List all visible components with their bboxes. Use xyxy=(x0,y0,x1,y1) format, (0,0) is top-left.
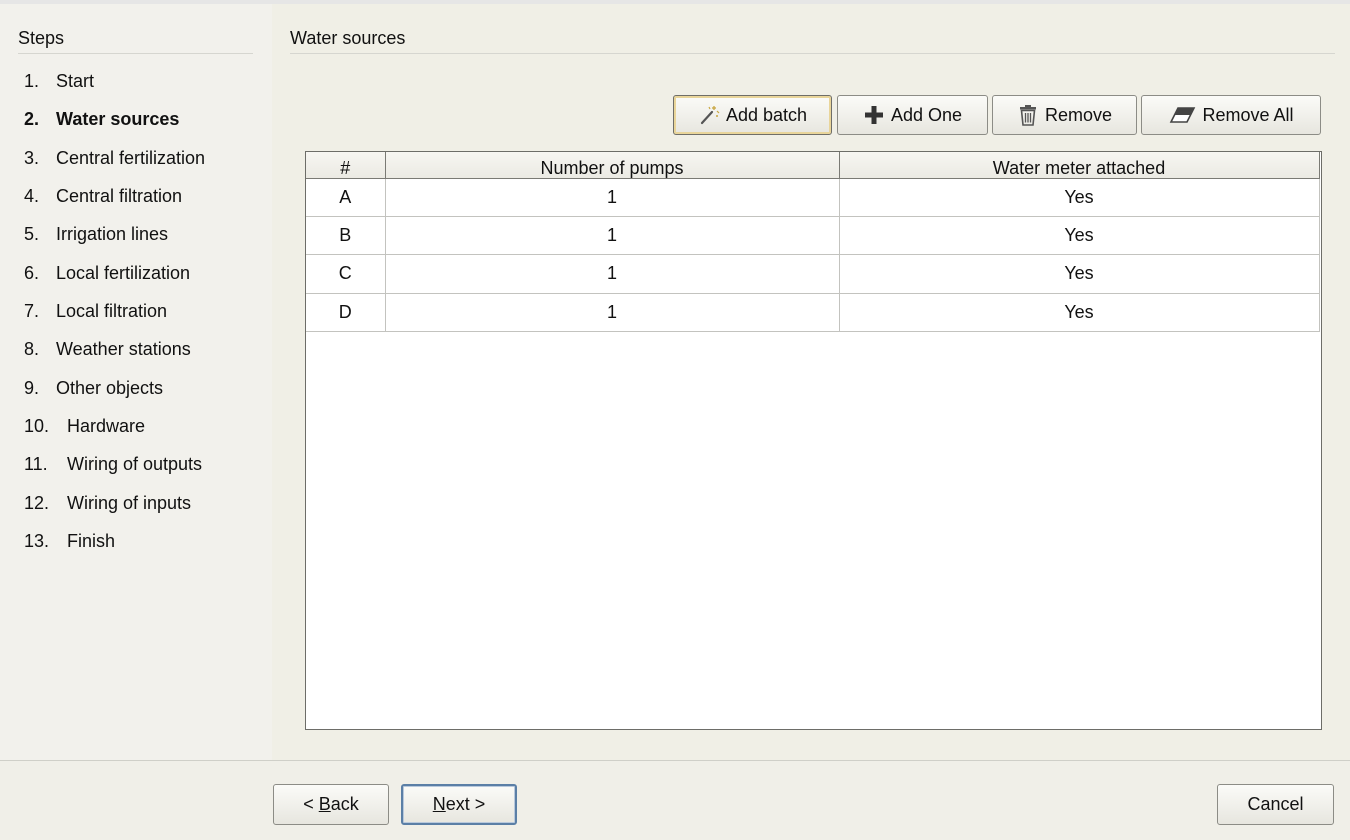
step-number: 1. xyxy=(24,71,40,91)
cell-id[interactable]: B xyxy=(306,215,386,256)
column-header-water-meter[interactable]: Water meter attached xyxy=(838,152,1320,179)
add-one-button[interactable]: Add One xyxy=(837,95,988,135)
next-label-rest: ext > xyxy=(445,794,486,814)
table-header-row: # Number of pumps Water meter attached xyxy=(306,152,1320,179)
table-row[interactable]: A 1 Yes xyxy=(306,177,1320,217)
cell-pumps[interactable]: 1 xyxy=(384,254,840,294)
step-label: Irrigation lines xyxy=(56,224,169,245)
cancel-button[interactable]: Cancel xyxy=(1217,784,1334,825)
step-number: 12. xyxy=(24,492,50,513)
steps-list: 1. Start 2. Water sources 3. Central fertil… xyxy=(24,70,205,568)
magic-wand-icon xyxy=(698,104,720,126)
step-item: 1. Start xyxy=(24,70,205,108)
remove-label: Remove xyxy=(1044,104,1113,125)
step-item: 11. Wiring of outputs xyxy=(24,453,205,491)
back-label-rest: ack xyxy=(330,794,359,814)
step-item: 10. Hardware xyxy=(24,415,205,453)
step-label: Other objects xyxy=(56,377,164,398)
step-item: 5. Irrigation lines xyxy=(24,223,205,261)
step-item: 13. Finish xyxy=(24,530,205,568)
column-header-pumps[interactable]: Number of pumps xyxy=(384,152,840,179)
step-label: Central filtration xyxy=(56,186,183,207)
cancel-label: Cancel xyxy=(1247,794,1304,814)
cell-water-meter[interactable]: Yes xyxy=(838,177,1320,217)
remove-all-button[interactable]: Remove All xyxy=(1141,95,1321,135)
step-label: Finish xyxy=(67,531,116,552)
step-number: 11. xyxy=(24,454,48,475)
step-number: 4. xyxy=(24,186,40,207)
cell-id[interactable]: C xyxy=(306,254,386,294)
step-label: Hardware xyxy=(67,416,146,437)
table-row[interactable]: B 1 Yes xyxy=(306,215,1320,256)
cell-id[interactable]: A xyxy=(306,177,386,217)
cell-water-meter[interactable]: Yes xyxy=(838,292,1320,333)
cell-water-meter[interactable]: Yes xyxy=(838,215,1320,256)
step-number: 9. xyxy=(24,377,40,398)
step-label: Water sources xyxy=(56,109,180,130)
cell-water-meter[interactable]: Yes xyxy=(838,254,1320,294)
table-row[interactable]: D 1 Yes xyxy=(306,292,1320,333)
next-mnemonic: N xyxy=(432,794,446,814)
step-label: Wiring of outputs xyxy=(67,454,203,475)
step-number: 10. xyxy=(24,416,50,437)
remove-all-label: Remove All xyxy=(1202,104,1294,125)
add-batch-label: Add batch xyxy=(725,104,808,125)
water-sources-table[interactable]: # Number of pumps Water meter attached A… xyxy=(305,151,1322,730)
table-row[interactable]: C 1 Yes xyxy=(306,254,1320,294)
back-button[interactable]: < Back xyxy=(273,784,389,825)
wizard-button-bar: < Back Next > Cancel xyxy=(0,760,1350,840)
step-number: 8. xyxy=(24,339,40,360)
step-item: 8. Weather stations xyxy=(24,338,205,376)
cell-pumps[interactable]: 1 xyxy=(384,215,840,256)
plus-icon xyxy=(863,104,885,126)
step-item-active: 2. Water sources xyxy=(24,108,205,146)
cell-pumps[interactable]: 1 xyxy=(384,177,840,217)
cell-id[interactable]: D xyxy=(306,292,386,333)
step-item: 6. Local fertilization xyxy=(24,262,205,300)
step-label: Central fertilization xyxy=(56,147,206,168)
data-grid: # Number of pumps Water meter attached A… xyxy=(306,152,1320,333)
next-button[interactable]: Next > xyxy=(401,784,517,825)
step-label: Start xyxy=(56,71,95,91)
step-item: 9. Other objects xyxy=(24,377,205,415)
back-mnemonic: B xyxy=(318,794,331,814)
column-header-id[interactable]: # xyxy=(306,152,386,179)
step-item: 12. Wiring of inputs xyxy=(24,492,205,530)
step-label: Weather stations xyxy=(56,339,191,360)
trash-icon xyxy=(1017,104,1039,126)
step-item: 3. Central fertilization xyxy=(24,147,205,185)
cell-pumps[interactable]: 1 xyxy=(384,292,840,333)
steps-panel: Steps 1. Start 2. Water sources 3. Central … xyxy=(0,4,272,760)
step-number: 2. xyxy=(24,109,40,130)
back-prefix: < xyxy=(303,794,319,814)
step-number: 7. xyxy=(24,301,40,322)
step-number: 6. xyxy=(24,262,40,283)
step-number: 3. xyxy=(24,147,40,168)
eraser-icon xyxy=(1168,104,1196,126)
page-title: Water sources xyxy=(290,28,1335,54)
step-label: Local fertilization xyxy=(56,262,191,283)
step-number: 5. xyxy=(24,224,40,245)
step-label: Wiring of inputs xyxy=(67,492,192,513)
steps-title: Steps xyxy=(18,28,253,54)
step-number: 13. xyxy=(24,531,50,552)
step-label: Local filtration xyxy=(56,301,168,322)
remove-button[interactable]: Remove xyxy=(992,95,1137,135)
add-one-label: Add One xyxy=(890,104,963,125)
add-batch-button[interactable]: Add batch xyxy=(673,95,832,135)
step-item: 4. Central filtration xyxy=(24,185,205,223)
step-item: 7. Local filtration xyxy=(24,300,205,338)
